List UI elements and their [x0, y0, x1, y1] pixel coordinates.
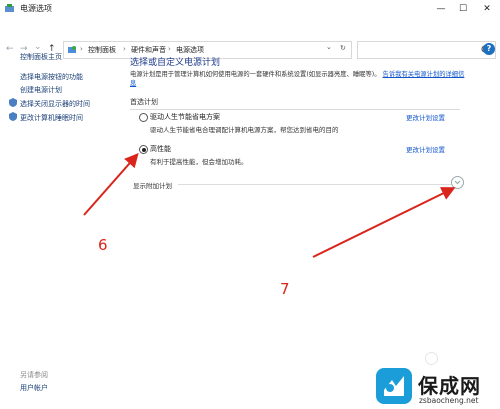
watermark-url: zsbaocheng.net: [419, 396, 479, 405]
brand-mark-icon: [384, 376, 404, 396]
annotation-arrow-7: [312, 187, 456, 258]
watermark-logo: 保成网 zsbaocheng.net: [372, 366, 500, 409]
watermark-text: 保成网: [418, 374, 481, 398]
logo-badge-icon: [376, 368, 412, 404]
annotation-arrows: [83, 152, 456, 258]
annotation-arrow-6: [83, 152, 139, 216]
annotation-label-7: 7: [280, 280, 290, 298]
power-options-window: 电源选项 — ☐ ✕ ← → ⌄ ↑ › 控制面板 › 硬件和声音 › 电源选项…: [0, 0, 500, 409]
annotation-label-6: 6: [98, 236, 108, 254]
